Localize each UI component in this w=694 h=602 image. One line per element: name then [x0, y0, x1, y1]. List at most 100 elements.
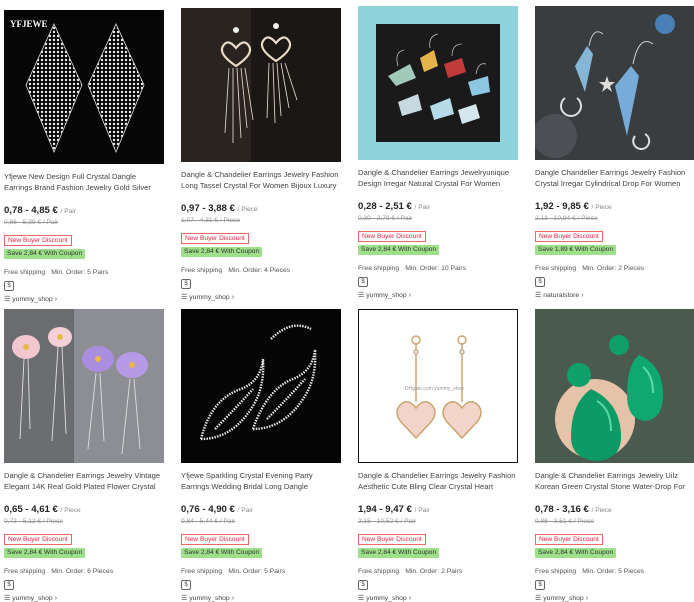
product-image[interactable] [535, 309, 694, 463]
free-shipping: Free shipping [4, 568, 46, 575]
product-card[interactable]: Dangle & Chandelier Earrings Jewelryuniq… [358, 6, 518, 299]
new-buyer-badge: New Buyer Discount [4, 534, 72, 545]
product-image[interactable]: DHgate.com yummy_shop [358, 309, 518, 463]
price: 0,97 - 3,88 € / Piece [181, 203, 341, 216]
shipping-info: Free shipping Min. Order: 2 Pieces [535, 265, 694, 275]
product-image[interactable] [358, 6, 518, 160]
chevron-right-icon: › [408, 291, 412, 299]
product-title[interactable]: Dangle & Chandelier Earrings Jewelry Uil… [535, 470, 694, 492]
product-image[interactable] [181, 8, 341, 162]
product-title[interactable]: Dangle & Chandelier Earrings Jewelryuniq… [358, 167, 518, 189]
earring-image [181, 8, 341, 162]
shipping-info: Free shipping Min. Order: 2 Pairs [358, 568, 518, 578]
product-grid: YFJEWE Yfjewe New Design Full Crystal Da… [0, 0, 694, 602]
price-range: 0,28 - 2,51 € [358, 201, 412, 212]
product-title[interactable]: Dangle & Chandelier Earrings Jewelry Fas… [358, 470, 518, 492]
product-title[interactable]: Yfjewe Sparkling Crystal Evening Party E… [181, 470, 341, 492]
store-name: yummy_shop [189, 293, 230, 301]
chevron-right-icon: › [54, 295, 58, 303]
product-card[interactable]: DHgate.com yummy_shop Dangle & Chandelie… [358, 309, 518, 602]
price-unit: / Pair [237, 507, 253, 514]
shipping-info: Free shipping Min. Order: 5 Pieces [535, 568, 694, 578]
chevron-right-icon: › [585, 594, 589, 602]
new-buyer-badge: New Buyer Discount [535, 534, 603, 545]
currency-icon: $ [358, 277, 368, 287]
new-buyer-badge: New Buyer Discount [181, 534, 249, 545]
currency-icon: $ [181, 279, 191, 289]
earring-image: DHgate.com yummy_shop [359, 310, 517, 462]
new-buyer-badge: New Buyer Discount [358, 231, 426, 242]
store-link[interactable]: ☰ yummy_shop › [181, 293, 341, 302]
shipping-info: Free shipping Min. Order: 10 Pairs [358, 265, 518, 275]
currency-icon: $ [181, 580, 191, 590]
menu-icon: ☰ [358, 595, 365, 602]
store-name: yummy_shop [12, 295, 53, 303]
price: 0,78 - 4,85 € / Pair [4, 205, 164, 218]
free-shipping: Free shipping [181, 267, 223, 274]
price: 0,76 - 4,90 € / Pair [181, 504, 341, 517]
product-card[interactable]: YFJEWE Yfjewe New Design Full Crystal Da… [4, 10, 164, 303]
earring-image [358, 6, 518, 160]
original-price: 0,72 - 5,12 € / Piece [4, 518, 64, 525]
shipping-info: Free shipping Min. Order: 5 Pairs [181, 568, 341, 578]
price: 0,28 - 2,51 € / Pair [358, 201, 518, 214]
store-link[interactable]: ☰ yummy_shop › [358, 594, 518, 602]
free-shipping: Free shipping [358, 265, 400, 272]
min-order: Min. Order: 10 Pairs [405, 265, 467, 272]
coupon-badge[interactable]: Save 2,84 € With Coupon [358, 548, 440, 558]
chevron-right-icon: › [581, 291, 584, 299]
product-card[interactable]: Dangle Chandelier Earrings Jewelry Fashi… [535, 6, 694, 299]
coupon-badge[interactable]: Save 2,84 € With Coupon [181, 247, 263, 257]
store-link[interactable]: ☰ yummy_shop › [535, 594, 694, 602]
price: 1,94 - 9,47 € / Pair [358, 504, 518, 517]
price-unit: / Pair [414, 204, 430, 211]
menu-icon: ☰ [181, 595, 188, 602]
brand-logo: YFJEWE [10, 19, 48, 29]
coupon-badge[interactable]: Save 1,89 € With Coupon [535, 245, 617, 255]
coupon-badge[interactable]: Save 2,84 € With Coupon [535, 548, 617, 558]
currency-icon: $ [4, 580, 14, 590]
menu-icon: ☰ [4, 296, 11, 303]
store-link[interactable]: ☰ naturalstore › [535, 291, 694, 300]
product-image[interactable] [535, 6, 694, 160]
earring-image [535, 309, 694, 463]
currency-icon: $ [4, 281, 14, 291]
price: 0,78 - 3,16 € / Piece [535, 504, 694, 517]
product-title[interactable]: Dangle & Chandelier Earrings Jewelry Fas… [181, 169, 341, 191]
product-title[interactable]: Dangle Chandelier Earrings Jewelry Fashi… [535, 167, 694, 189]
min-order: Min. Order: 5 Pairs [51, 269, 109, 276]
product-title[interactable]: Yfjewe New Design Full Crystal Dangle Ea… [4, 171, 164, 193]
store-name: yummy_shop [12, 594, 53, 602]
watermark-text: DHgate.com yummy_shop [405, 386, 464, 392]
original-price: 0,86 - 5,39 € / Pair [4, 219, 59, 226]
currency-icon: $ [358, 580, 368, 590]
product-image[interactable]: YFJEWE [4, 10, 164, 164]
menu-icon: ☰ [4, 595, 11, 602]
min-order: Min. Order: 2 Pairs [405, 568, 463, 575]
new-buyer-badge: New Buyer Discount [535, 231, 603, 242]
shipping-info: Free shipping Min. Order: 5 Pairs [4, 269, 164, 279]
price-range: 1,94 - 9,47 € [358, 504, 412, 515]
product-card[interactable]: Dangle & Chandelier Earrings Jewelry Vin… [4, 309, 164, 602]
coupon-badge[interactable]: Save 2,84 € With Coupon [181, 548, 263, 558]
coupon-badge[interactable]: Save 2,84 € With Coupon [4, 548, 86, 558]
original-price: 0,30 - 2,79 € / Pair [358, 215, 413, 222]
store-link[interactable]: ☰ yummy_shop › [181, 594, 341, 602]
product-card[interactable]: Dangle & Chandelier Earrings Jewelry Uil… [535, 309, 694, 602]
store-link[interactable]: ☰ yummy_shop › [358, 291, 518, 300]
store-link[interactable]: ☰ yummy_shop › [4, 594, 164, 602]
product-card[interactable]: Dangle & Chandelier Earrings Jewelry Fas… [181, 8, 341, 301]
product-card[interactable]: Yfjewe Sparkling Crystal Evening Party E… [181, 309, 341, 602]
price-unit: / Piece [591, 204, 612, 211]
price: 0,65 - 4,61 € / Piece [4, 504, 164, 517]
coupon-badge[interactable]: Save 2,84 € With Coupon [358, 245, 440, 255]
store-name: yummy_shop [366, 594, 407, 602]
product-title[interactable]: Dangle & Chandelier Earrings Jewelry Vin… [4, 470, 164, 492]
coupon-badge[interactable]: Save 2,84 € With Coupon [4, 249, 86, 259]
store-link[interactable]: ☰ yummy_shop › [4, 295, 164, 304]
price-unit: / Piece [591, 507, 612, 514]
product-image[interactable] [181, 309, 341, 463]
min-order: Min. Order: 4 Pieces [228, 267, 291, 274]
product-image[interactable] [4, 309, 164, 463]
price-unit: / Piece [237, 206, 258, 213]
